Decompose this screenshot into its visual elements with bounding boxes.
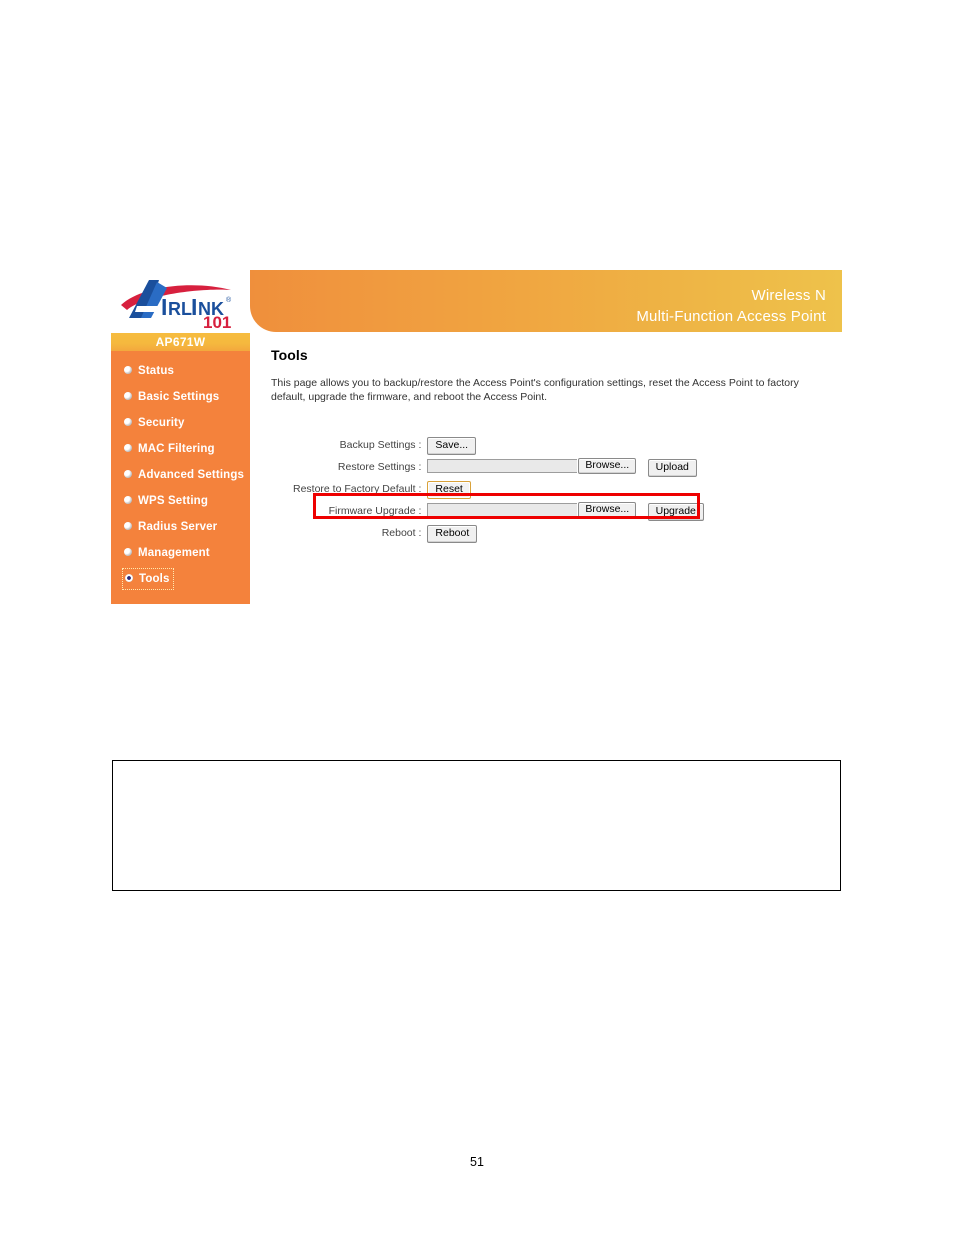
airlink101-logo: I RL I NK ® 101 [119,274,249,330]
sidebar-item-management[interactable]: Management [111,540,250,566]
header-banner: Wireless N Multi-Function Access Point I… [111,268,842,333]
bullet-icon [124,418,132,426]
sidebar-item-status[interactable]: Status [111,358,250,384]
page-title: Tools [271,347,308,363]
firmware-upgrade-file-field[interactable]: Browse... [427,501,637,519]
sidebar-item-label: Status [138,365,175,377]
sidebar-nav: AP671W Status Basic Settings Security MA… [111,333,250,604]
bullet-icon [124,444,132,452]
sidebar-item-radius-server[interactable]: Radius Server [111,514,250,540]
product-title: Wireless N Multi-Function Access Point [636,285,826,327]
sidebar-item-security[interactable]: Security [111,410,250,436]
firmware-upgrade-label: Firmware Upgrade : [328,505,422,517]
sidebar-item-label: Advanced Settings [138,469,245,481]
bullet-icon [124,392,132,400]
sidebar-item-mac-filtering[interactable]: MAC Filtering [111,436,250,462]
form-row-restore-settings: Restore Settings : Browse... Upload [293,456,704,478]
sidebar-item-label: Tools [139,572,170,585]
bullet-icon [124,548,132,556]
form-row-reboot: Reboot : Reboot [293,522,704,544]
tools-form: Backup Settings : Save... Restore Settin… [293,434,704,544]
bullet-icon [124,496,132,504]
upgrade-button[interactable]: Upgrade [647,503,704,522]
sidebar-item-wps-setting[interactable]: WPS Setting [111,488,250,514]
svg-text:101: 101 [203,313,231,330]
reset-button[interactable]: Reset [427,481,471,499]
sidebar-item-label: MAC Filtering [138,443,215,455]
sidebar-item-label: Security [138,417,185,429]
backup-settings-label: Backup Settings : [339,439,422,451]
sidebar-item-tools[interactable]: Tools [111,566,250,592]
sidebar-item-list: Status Basic Settings Security MAC Filte… [111,351,250,604]
reboot-button[interactable]: Reboot [427,525,478,543]
restore-settings-file-field[interactable]: Browse... [427,457,637,475]
router-admin-ui: Wireless N Multi-Function Access Point I… [111,268,842,607]
sidebar-item-advanced-settings[interactable]: Advanced Settings [111,462,250,488]
sidebar-item-label: Basic Settings [138,391,220,403]
upload-button[interactable]: Upload [647,459,697,478]
form-row-restore-factory-default: Restore to Factory Default : Reset [293,478,704,500]
ui-body: AP671W Status Basic Settings Security MA… [111,333,842,607]
bullet-icon [125,573,133,582]
sidebar-model-title: AP671W [111,333,250,351]
product-title-line1: Wireless N [751,287,826,304]
sidebar-item-label: Radius Server [138,521,218,533]
form-row-backup-settings: Backup Settings : Save... [293,434,704,456]
reboot-label: Reboot : [381,527,422,539]
bullet-icon [124,470,132,478]
page-description: This page allows you to backup/restore t… [271,377,799,403]
note-box [112,760,841,891]
bullet-icon [124,522,132,530]
svg-text:I: I [191,294,197,320]
sidebar-item-label: WPS Setting [138,495,209,507]
save-button[interactable]: Save... [427,437,477,455]
page-number: 51 [470,1155,484,1169]
form-row-firmware-upgrade: Firmware Upgrade : Browse... Upgrade [293,500,704,522]
product-title-line2: Multi-Function Access Point [636,308,826,325]
firmware-upgrade-file-input[interactable] [427,502,578,517]
content-pane: Tools This page allows you to backup/res… [250,333,842,607]
bullet-icon [124,366,132,374]
sidebar-item-basic-settings[interactable]: Basic Settings [111,384,250,410]
restore-factory-default-label: Restore to Factory Default : [293,483,422,495]
restore-browse-button[interactable]: Browse... [578,457,637,474]
restore-settings-file-input[interactable] [427,458,578,473]
restore-settings-label: Restore Settings : [337,461,422,473]
firmware-browse-button[interactable]: Browse... [578,501,637,518]
logo-block: I RL I NK ® 101 [111,268,250,333]
svg-text:I: I [161,294,167,320]
svg-text:®: ® [226,296,232,304]
sidebar-item-label: Management [138,547,210,559]
svg-text:RL: RL [168,299,192,319]
